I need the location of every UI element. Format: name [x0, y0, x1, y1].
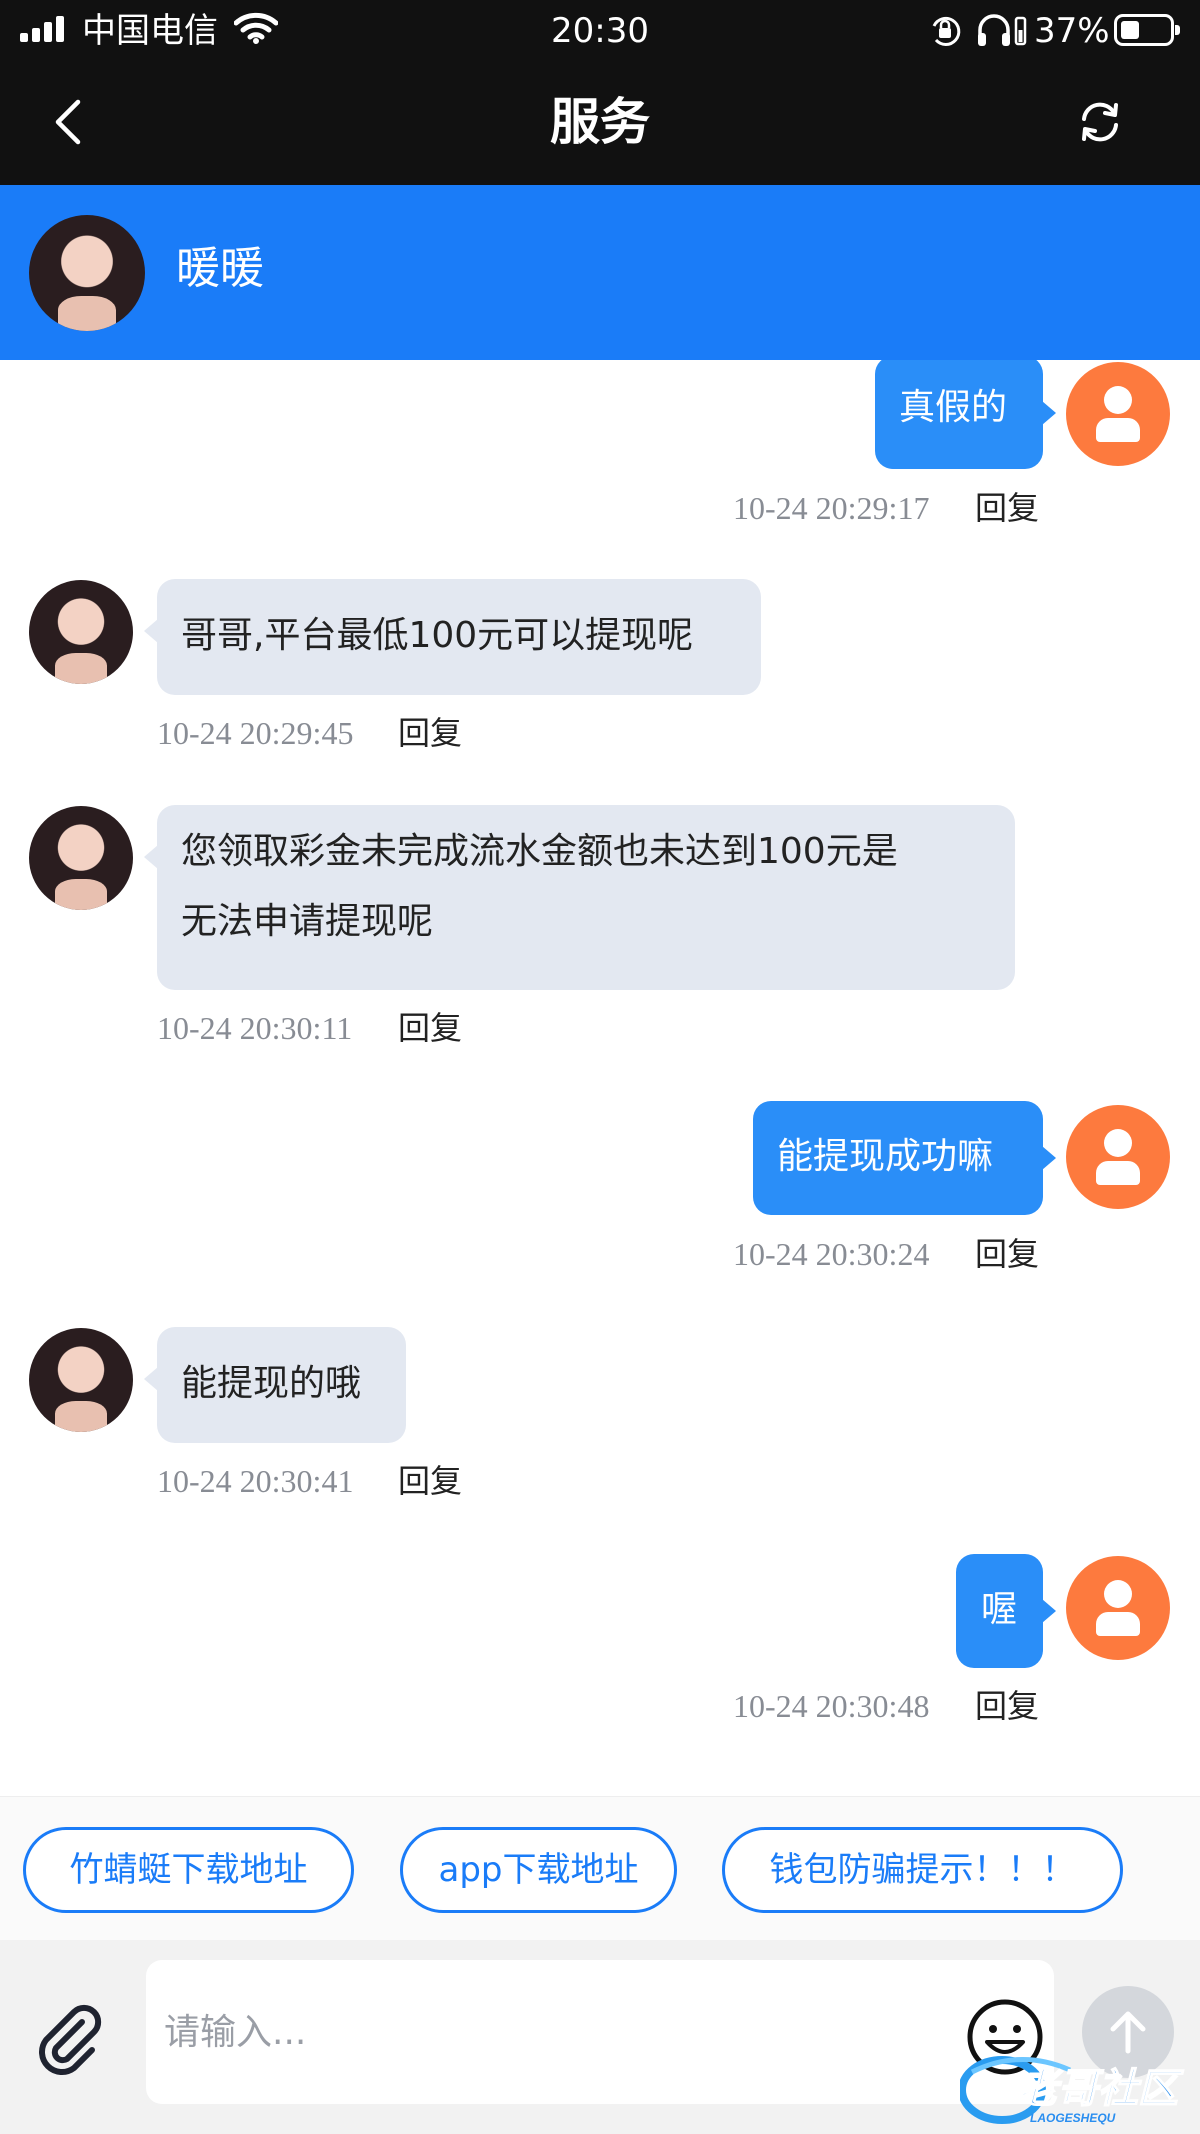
quick-reply-wallet-warning[interactable]: 钱包防骗提示！！！: [722, 1827, 1123, 1913]
nav-bar: 服务: [0, 62, 1200, 185]
battery-icon: [1114, 14, 1180, 46]
message-line: 无法申请提现呢: [181, 901, 434, 942]
message-bubble[interactable]: 喔: [956, 1554, 1056, 1668]
status-bar: 中国电信 20:30 37%: [0, 0, 1200, 62]
site-watermark-logo: 老哥社区 LAOGESHEQU: [958, 2052, 1186, 2128]
arrow-up-icon: [1110, 2011, 1146, 2054]
agent-header: 暖暖: [0, 185, 1200, 360]
user-avatar: [1066, 1105, 1170, 1209]
quick-reply-app-download[interactable]: app下载地址: [400, 1827, 677, 1913]
orientation-lock-icon: [928, 14, 962, 52]
reply-button[interactable]: 回复: [398, 713, 462, 753]
message-timestamp: 10-24 20:30:11: [157, 1010, 353, 1046]
message-timestamp: 10-24 20:30:41: [157, 1463, 354, 1499]
agent-avatar: [29, 806, 133, 910]
chat-messages[interactable]: 真假的 10-24 20:29:17 回复 哥哥,平台最低100元可以提现呢 1…: [0, 360, 1200, 1796]
user-avatar: [1066, 362, 1170, 466]
message-bubble[interactable]: 您领取彩金未完成流水金额也未达到100元是 无法申请提现呢: [144, 805, 1015, 990]
agent-avatar: [29, 580, 133, 684]
reply-button[interactable]: 回复: [975, 488, 1039, 528]
watermark-title: 老哥社区: [1018, 2067, 1184, 2111]
message-timestamp: 10-24 20:29:17: [733, 490, 930, 526]
reply-button[interactable]: 回复: [398, 1461, 462, 1501]
message-bubble[interactable]: 能提现的哦: [144, 1327, 406, 1443]
reply-button[interactable]: 回复: [398, 1008, 462, 1048]
message-bubble[interactable]: 哥哥,平台最低100元可以提现呢: [144, 579, 761, 695]
message-line: 您领取彩金未完成流水金额也未达到100元是: [181, 831, 898, 872]
page-title: 服务: [550, 93, 650, 151]
quick-reply-download-zqt[interactable]: 竹蜻蜓下载地址: [23, 1827, 354, 1913]
refresh-button[interactable]: [1070, 92, 1130, 152]
message-timestamp: 10-24 20:29:45: [157, 715, 354, 751]
agent-name: 暖暖: [176, 243, 264, 294]
reply-button[interactable]: 回复: [975, 1686, 1039, 1726]
battery-percent: 37%: [1034, 11, 1110, 51]
message-bubble[interactable]: 真假的: [875, 360, 1056, 469]
message-timestamp: 10-24 20:30:48: [733, 1688, 930, 1724]
agent-avatar: [29, 1328, 133, 1432]
headphone-icon: [976, 14, 1028, 52]
message-timestamp: 10-24 20:30:24: [733, 1236, 930, 1272]
agent-avatar[interactable]: [29, 215, 145, 331]
refresh-icon: [1082, 102, 1118, 142]
quick-reply-bar: 竹蜻蜓下载地址 app下载地址 钱包防骗提示！！！: [0, 1796, 1200, 1941]
user-avatar: [1066, 1556, 1170, 1660]
attach-button[interactable]: [30, 2000, 110, 2080]
reply-button[interactable]: 回复: [975, 1234, 1039, 1274]
watermark-subtitle: LAOGESHEQU: [1030, 2111, 1116, 2125]
message-input[interactable]: [146, 1960, 1054, 2104]
paperclip-icon: [39, 2004, 102, 2075]
message-bubble[interactable]: 能提现成功嘛: [753, 1101, 1056, 1215]
